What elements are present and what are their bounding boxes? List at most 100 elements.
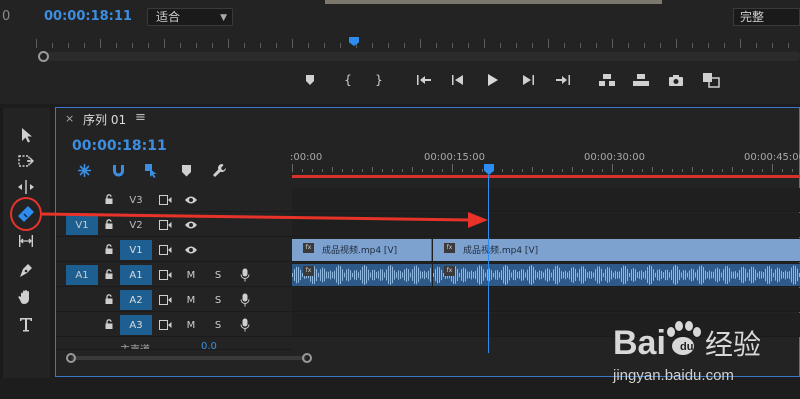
ruler-tick bbox=[68, 43, 69, 48]
hand-tool[interactable] bbox=[14, 286, 38, 308]
playback-quality-select[interactable]: 完整 bbox=[733, 8, 800, 26]
program-timecode[interactable]: 00:00:18:11 bbox=[44, 9, 132, 24]
audio-track-header[interactable]: A3 M S bbox=[56, 313, 292, 337]
audio-track-lane[interactable]: fx fx bbox=[292, 263, 800, 287]
track-target[interactable]: A3 bbox=[120, 315, 152, 335]
add-marker-button[interactable] bbox=[300, 70, 320, 90]
panel-menu-icon[interactable]: ≡ bbox=[135, 110, 146, 125]
go-to-out-button[interactable] bbox=[553, 70, 573, 90]
source-patch[interactable]: A1 bbox=[66, 265, 98, 285]
scroll-handle-right[interactable] bbox=[302, 353, 312, 363]
add-marker-timeline-button[interactable] bbox=[177, 161, 195, 179]
step-back-button[interactable] bbox=[448, 70, 468, 90]
source-patch[interactable]: V1 bbox=[66, 215, 98, 235]
master-track-header[interactable]: 主声道 0.0 bbox=[56, 338, 292, 350]
timeline-timecode[interactable]: 00:00:18:11 bbox=[72, 138, 167, 154]
lock-icon[interactable] bbox=[103, 318, 115, 330]
microphone-icon[interactable] bbox=[238, 268, 252, 282]
sequence-tab[interactable]: 序列 01 bbox=[83, 111, 126, 128]
track-target[interactable]: A1 bbox=[120, 265, 152, 285]
eye-icon[interactable] bbox=[184, 218, 198, 232]
sync-lock-icon[interactable] bbox=[158, 193, 172, 207]
close-tab-icon[interactable]: × bbox=[65, 112, 74, 125]
video-track-header[interactable]: V3 bbox=[56, 188, 292, 212]
ruler-tick bbox=[392, 169, 393, 172]
microphone-icon[interactable] bbox=[238, 318, 252, 332]
solo-button[interactable]: S bbox=[211, 318, 225, 332]
monitor-zoom-scrollbar[interactable] bbox=[40, 52, 800, 61]
track-target[interactable]: V1 bbox=[120, 240, 152, 260]
sync-lock-icon[interactable] bbox=[158, 293, 172, 307]
timeline-settings-button[interactable] bbox=[210, 161, 228, 179]
work-area-bar[interactable] bbox=[292, 175, 800, 178]
ripple-edit-tool[interactable] bbox=[14, 176, 38, 198]
zoom-fit-select[interactable]: 适合 ▼ bbox=[147, 8, 233, 26]
source-patch[interactable] bbox=[66, 240, 98, 260]
ruler-tick bbox=[402, 169, 403, 172]
mark-out-button[interactable]: } bbox=[369, 70, 389, 90]
ruler-tick bbox=[628, 43, 629, 48]
lock-icon[interactable] bbox=[103, 218, 115, 230]
sync-lock-icon[interactable] bbox=[158, 218, 172, 232]
lock-icon[interactable] bbox=[103, 243, 115, 255]
audio-track-header[interactable]: A2 M S bbox=[56, 288, 292, 312]
track-target[interactable]: A2 bbox=[120, 290, 152, 310]
extract-icon bbox=[633, 74, 649, 86]
solo-button[interactable]: S bbox=[211, 293, 225, 307]
timeline-time-ruler[interactable]: :00:00 00:00:15:00 00:00:30:00 00:00:45:… bbox=[290, 148, 800, 178]
mark-in-button[interactable]: { bbox=[338, 70, 358, 90]
audio-track-lane[interactable] bbox=[292, 288, 800, 312]
type-tool[interactable] bbox=[14, 313, 38, 335]
video-track-lane[interactable] bbox=[292, 213, 800, 237]
audio-track-header[interactable]: A1 A1 M S bbox=[56, 263, 292, 287]
scroll-handle-left[interactable] bbox=[66, 353, 76, 363]
mute-button[interactable]: M bbox=[184, 268, 198, 282]
step-forward-button[interactable] bbox=[518, 70, 538, 90]
timeline-zoom-scrollbar[interactable] bbox=[66, 353, 312, 363]
eye-icon[interactable] bbox=[184, 243, 198, 257]
video-track-header[interactable]: V1 bbox=[56, 238, 292, 262]
linked-selection-button[interactable] bbox=[142, 161, 160, 179]
mute-button[interactable]: M bbox=[184, 318, 198, 332]
lock-icon[interactable] bbox=[103, 193, 115, 205]
track-select-forward-tool[interactable] bbox=[14, 150, 38, 172]
solo-button[interactable]: S bbox=[211, 268, 225, 282]
master-track-label: 主声道 bbox=[120, 341, 150, 349]
mute-button[interactable]: M bbox=[184, 293, 198, 307]
extract-button[interactable] bbox=[631, 70, 651, 90]
video-track-lane[interactable]: fx 成品视频.mp4 [V] fx 成品视频.mp4 [V] bbox=[292, 238, 800, 262]
source-patch[interactable] bbox=[66, 190, 98, 210]
pen-tool[interactable] bbox=[14, 259, 38, 281]
sync-lock-icon[interactable] bbox=[158, 318, 172, 332]
eye-icon[interactable] bbox=[184, 193, 198, 207]
slip-tool[interactable] bbox=[14, 230, 38, 252]
track-target[interactable]: V3 bbox=[120, 190, 152, 210]
sync-lock-icon[interactable] bbox=[158, 243, 172, 257]
audio-clip[interactable]: fx bbox=[292, 264, 432, 286]
microphone-icon[interactable] bbox=[238, 293, 252, 307]
play-button[interactable] bbox=[483, 70, 503, 90]
track-target[interactable]: V2 bbox=[120, 215, 152, 235]
video-track-lane[interactable] bbox=[292, 188, 800, 212]
ruler-tick bbox=[732, 167, 733, 172]
master-volume-value[interactable]: 0.0 bbox=[201, 341, 217, 349]
source-patch[interactable] bbox=[66, 290, 98, 310]
video-track-header[interactable]: V1 V2 bbox=[56, 213, 292, 237]
selection-tool[interactable] bbox=[14, 124, 38, 146]
go-to-in-button[interactable] bbox=[414, 70, 434, 90]
sync-lock-icon[interactable] bbox=[158, 268, 172, 282]
lift-button[interactable] bbox=[597, 70, 617, 90]
monitor-time-ruler[interactable] bbox=[36, 36, 800, 50]
playhead-line[interactable] bbox=[488, 175, 489, 353]
comparison-view-button[interactable] bbox=[701, 70, 721, 90]
video-clip[interactable]: fx 成品视频.mp4 [V] bbox=[292, 239, 432, 261]
source-patch[interactable] bbox=[66, 315, 98, 335]
lock-icon[interactable] bbox=[103, 293, 115, 305]
nest-toggle-button[interactable] bbox=[75, 161, 93, 179]
snap-button[interactable] bbox=[109, 161, 127, 179]
scrollbar-track[interactable] bbox=[71, 356, 306, 360]
go-to-out-icon bbox=[556, 75, 570, 85]
export-frame-button[interactable] bbox=[666, 70, 686, 90]
lock-icon[interactable] bbox=[103, 268, 115, 280]
monitor-scroll-handle[interactable] bbox=[38, 51, 49, 62]
